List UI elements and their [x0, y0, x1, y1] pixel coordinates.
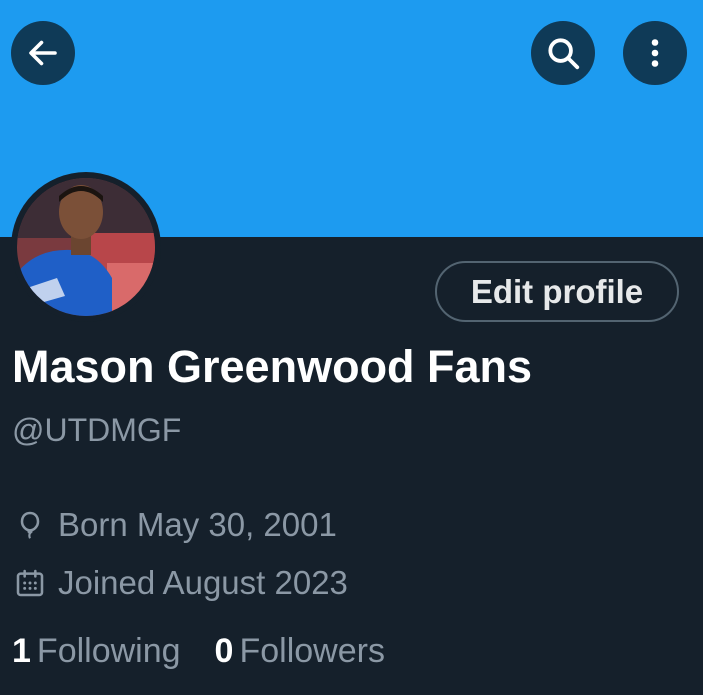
- user-handle: @UTDMGF: [12, 412, 182, 448]
- avatar-frame[interactable]: [11, 172, 161, 322]
- more-options-button[interactable]: [623, 21, 687, 85]
- search-button[interactable]: [531, 21, 595, 85]
- calendar-icon: [16, 569, 44, 597]
- joined-date-row: Joined August 2023: [14, 564, 348, 602]
- birth-date-text: Born May 30, 2001: [58, 506, 337, 543]
- following-link[interactable]: 1 Following: [12, 632, 181, 671]
- following-count: 1: [12, 632, 31, 670]
- arrow-left-icon: [29, 40, 57, 66]
- following-label: Following: [36, 632, 181, 670]
- birth-date-row: Born May 30, 2001: [14, 506, 337, 544]
- followers-label: Followers: [239, 632, 385, 670]
- edit-profile-button[interactable]: Edit profile: [435, 261, 679, 322]
- back-button[interactable]: [11, 21, 75, 85]
- search-icon: [548, 38, 580, 70]
- balloon-icon: [20, 511, 40, 539]
- profile-photo-image: [17, 178, 155, 316]
- followers-count: 0: [214, 632, 234, 670]
- joined-date-text: Joined August 2023: [58, 564, 348, 601]
- avatar[interactable]: [17, 178, 155, 316]
- followers-link[interactable]: 0 Followers: [215, 632, 385, 671]
- more-vertical-icon: [651, 39, 659, 67]
- display-name: Mason Greenwood Fans: [12, 341, 533, 392]
- follow-stats: 1 Following 0 Followers: [12, 632, 385, 671]
